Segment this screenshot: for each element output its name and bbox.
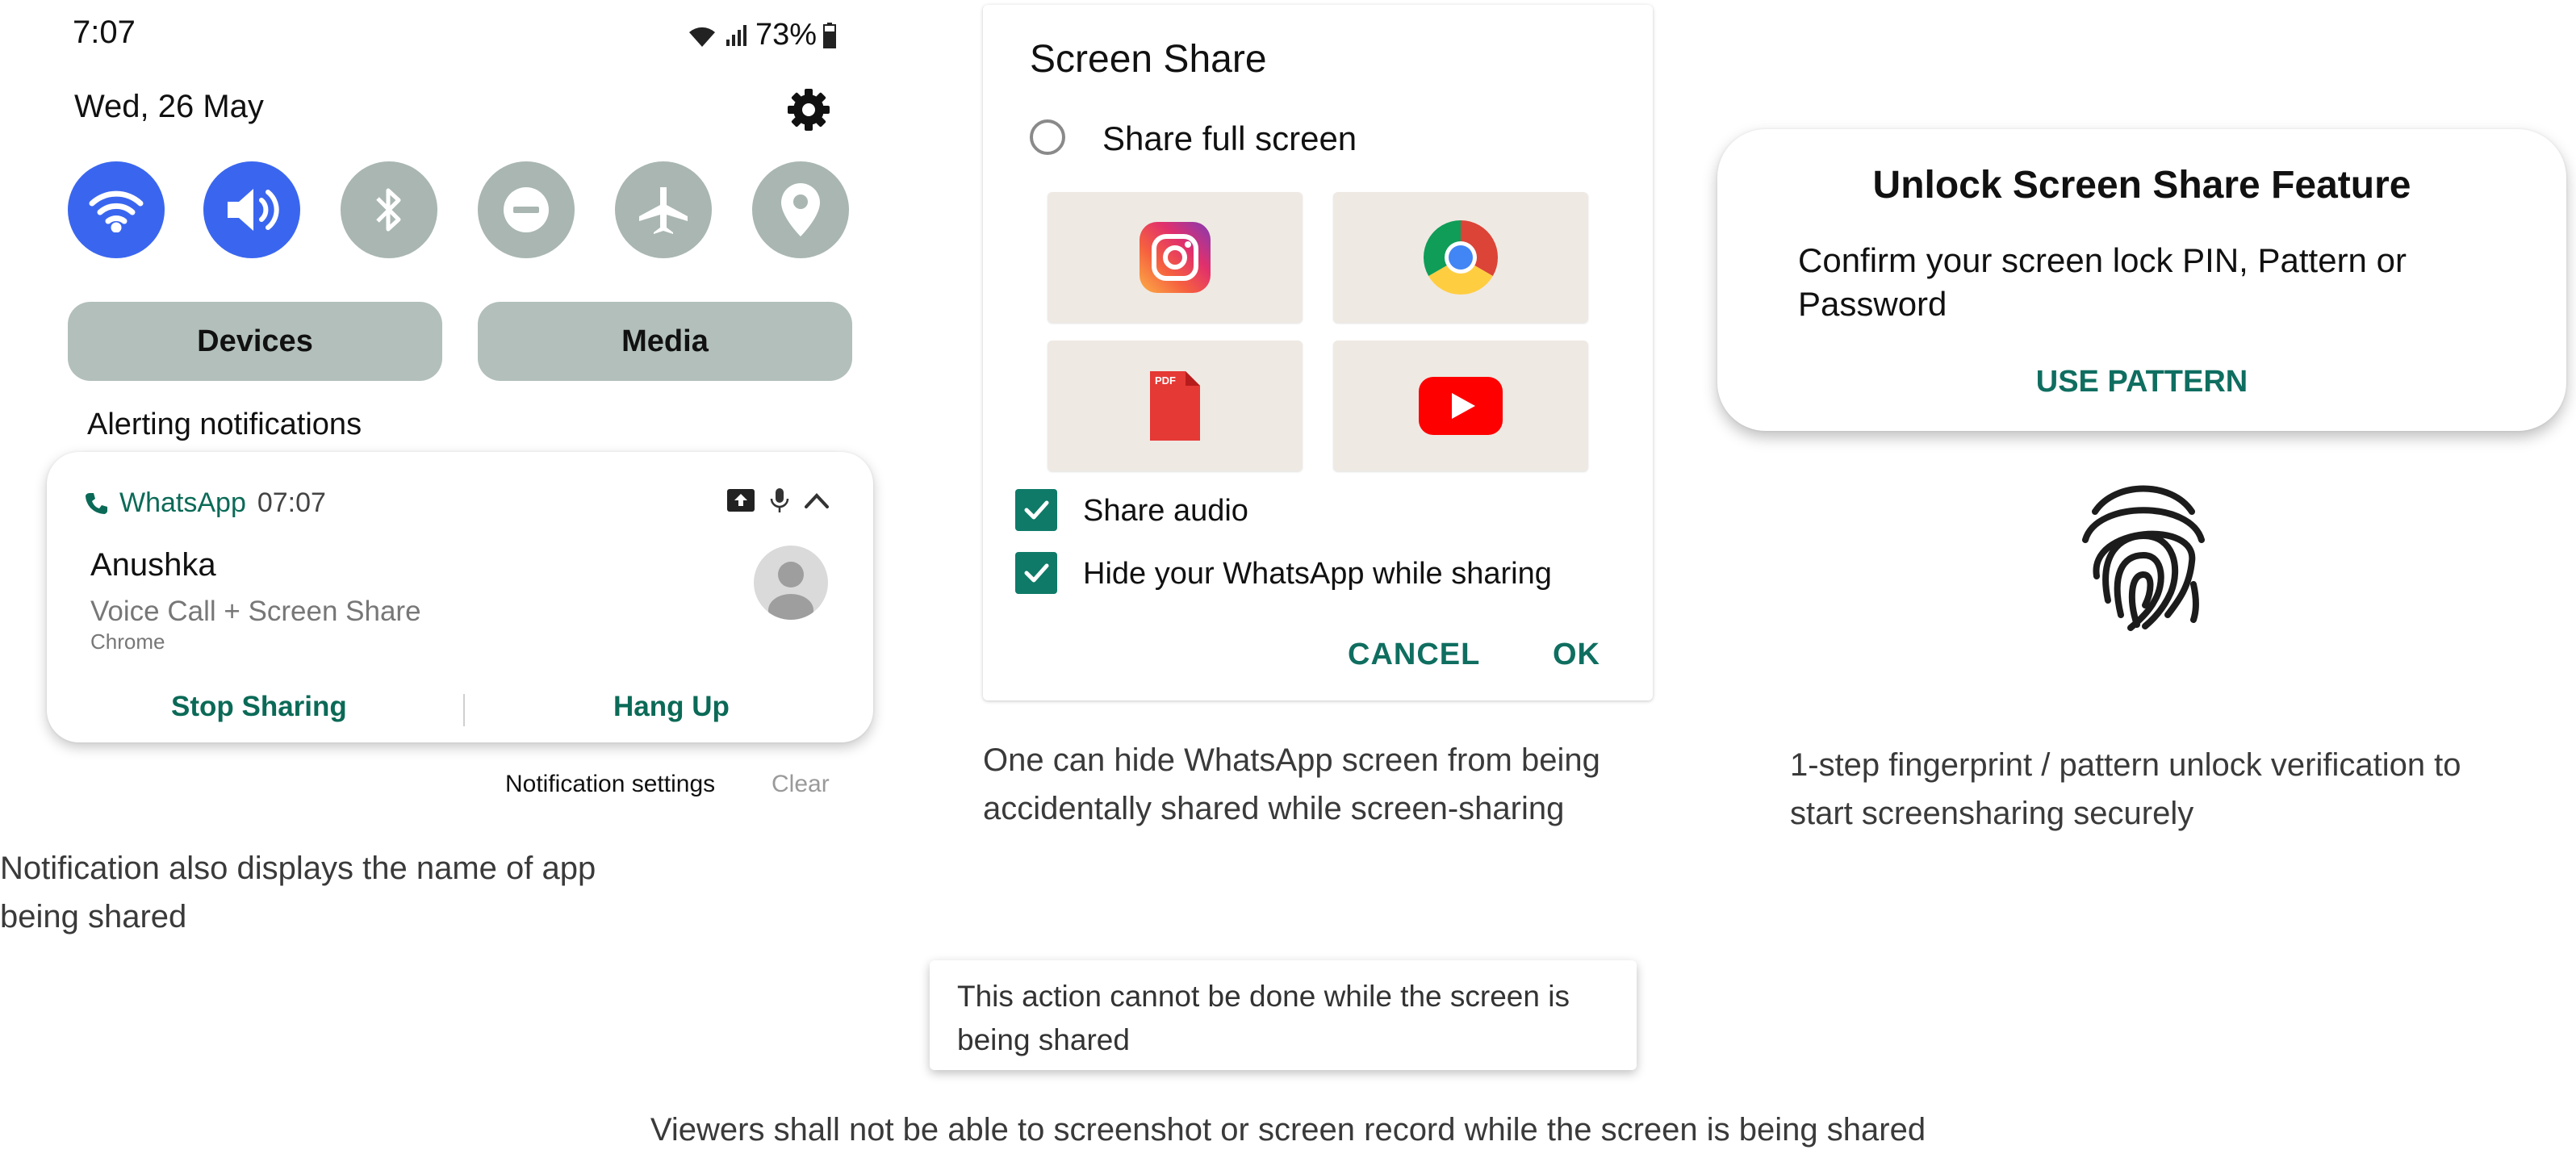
notification-body: Voice Call + Screen Share	[90, 596, 421, 627]
share-audio-label[interactable]: Share audio	[1083, 494, 1248, 529]
dnd-toggle[interactable]	[478, 161, 575, 258]
notification-title: Anushka	[90, 547, 216, 583]
check-icon	[1020, 557, 1052, 589]
chrome-icon	[1422, 219, 1499, 296]
bluetooth-icon	[373, 184, 405, 236]
location-pin-icon	[778, 182, 823, 238]
battery-icon	[823, 22, 837, 48]
whatsapp-notification[interactable]: WhatsApp 07:07 Anushka Voice Call + Scre…	[47, 452, 873, 742]
toast-text: This action cannot be done while the scr…	[957, 980, 1570, 1056]
clear-notifications-button[interactable]: Clear	[772, 771, 830, 798]
hide-whatsapp-checkbox[interactable]	[1015, 552, 1057, 594]
date-label: Wed, 26 May	[74, 89, 264, 124]
notification-header: WhatsApp 07:07	[84, 487, 326, 519]
dialog-caption: One can hide WhatsApp screen from being …	[983, 742, 1600, 826]
cell-signal-icon	[725, 23, 749, 48]
footer-caption: Viewers shall not be able to screenshot …	[650, 1112, 1926, 1148]
screen-share-dialog: Screen Share Share full screen PDF Share…	[983, 5, 1653, 700]
action-divider	[463, 694, 465, 726]
youtube-icon	[1417, 375, 1504, 437]
sound-toggle[interactable]	[203, 161, 300, 258]
do-not-disturb-icon	[500, 184, 552, 236]
status-icons: 73%	[686, 18, 837, 52]
unlock-caption: 1-step fingerprint / pattern unlock veri…	[1790, 747, 2461, 831]
share-full-screen-radio[interactable]	[1030, 119, 1065, 155]
airplane-toggle[interactable]	[615, 161, 712, 258]
toast-message: This action cannot be done while the scr…	[930, 960, 1637, 1070]
unlock-card: Unlock Screen Share Feature Confirm your…	[1717, 129, 2566, 431]
cancel-button[interactable]: CANCEL	[1348, 638, 1480, 672]
stop-sharing-button[interactable]: Stop Sharing	[171, 691, 347, 723]
notification-time: 07:07	[257, 487, 326, 518]
notification-status-icons	[726, 487, 830, 513]
devices-button[interactable]: Devices	[68, 302, 442, 381]
fingerprint-icon[interactable]	[2071, 471, 2216, 633]
settings-gear-icon[interactable]	[784, 86, 833, 134]
notification-caption: Notification also displays the name of a…	[0, 851, 596, 934]
hang-up-button[interactable]: Hang Up	[613, 691, 730, 723]
wifi-toggle[interactable]	[68, 161, 165, 258]
share-audio-checkbox[interactable]	[1015, 489, 1057, 531]
app-tile-instagram[interactable]	[1048, 192, 1303, 323]
bluetooth-toggle[interactable]	[341, 161, 437, 258]
unlock-body: Confirm your screen lock PIN, Pattern or…	[1798, 241, 2407, 323]
app-tile-youtube[interactable]	[1333, 341, 1588, 471]
shared-app-name: Chrome	[90, 629, 165, 654]
app-tile-pdf[interactable]: PDF	[1048, 341, 1303, 471]
microphone-icon	[770, 487, 789, 513]
chevron-up-icon[interactable]	[804, 491, 830, 509]
wifi-icon	[88, 187, 144, 232]
alerting-notifications-label: Alerting notifications	[87, 408, 362, 441]
phone-icon	[84, 491, 108, 516]
app-tile-chrome[interactable]	[1333, 192, 1588, 323]
screen-share-icon	[726, 488, 755, 512]
airplane-icon	[638, 184, 689, 236]
ok-button[interactable]: OK	[1553, 638, 1600, 672]
pdf-badge: PDF	[1155, 374, 1176, 387]
media-button[interactable]: Media	[478, 302, 852, 381]
unlock-title: Unlock Screen Share Feature	[1872, 164, 2411, 207]
location-toggle[interactable]	[752, 161, 849, 258]
battery-percent: 73%	[755, 18, 818, 52]
dialog-title: Screen Share	[1030, 38, 1267, 81]
wifi-signal-icon	[686, 23, 718, 48]
use-pattern-button[interactable]: USE PATTERN	[1717, 365, 2566, 399]
pdf-icon: PDF	[1148, 370, 1202, 442]
hide-whatsapp-label[interactable]: Hide your WhatsApp while sharing	[1083, 557, 1552, 592]
check-icon	[1020, 494, 1052, 526]
avatar	[754, 546, 828, 620]
share-full-screen-label[interactable]: Share full screen	[1102, 119, 1357, 158]
status-time: 7:07	[73, 15, 136, 50]
instagram-icon	[1138, 220, 1212, 295]
speaker-icon	[223, 184, 281, 236]
notification-settings-link[interactable]: Notification settings	[505, 771, 715, 798]
notification-app-name: WhatsApp	[119, 487, 246, 518]
